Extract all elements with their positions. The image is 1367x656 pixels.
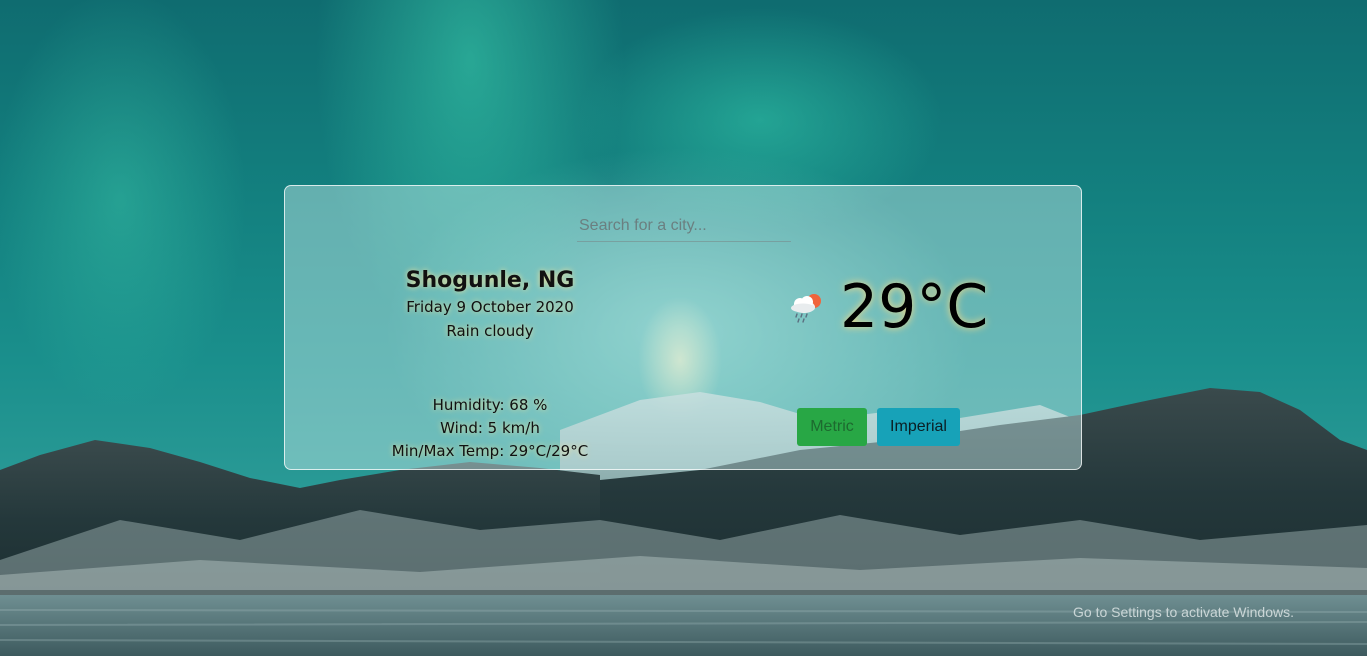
city-search-input[interactable] — [577, 210, 791, 242]
rain-cloud-sun-icon — [788, 290, 826, 324]
activate-windows-watermark: Go to Settings to activate Windows. — [1073, 604, 1294, 620]
city-name: Shogunle, NG — [405, 268, 575, 293]
metric-button[interactable]: Metric — [797, 408, 867, 446]
weather-description: Rain cloudy — [446, 322, 534, 340]
imperial-button[interactable]: Imperial — [877, 408, 960, 446]
current-date: Friday 9 October 2020 — [406, 298, 574, 316]
weather-card: Shogunle, NG Friday 9 October 2020 Rain … — [284, 185, 1082, 470]
background-scene: Shogunle, NG Friday 9 October 2020 Rain … — [0, 0, 1367, 656]
current-temperature: 29°C — [840, 272, 989, 342]
wind-stat: Wind: 5 km/h — [440, 419, 540, 437]
humidity-stat: Humidity: 68 % — [432, 396, 548, 414]
minmax-temp-stat: Min/Max Temp: 29°C/29°C — [391, 442, 589, 460]
